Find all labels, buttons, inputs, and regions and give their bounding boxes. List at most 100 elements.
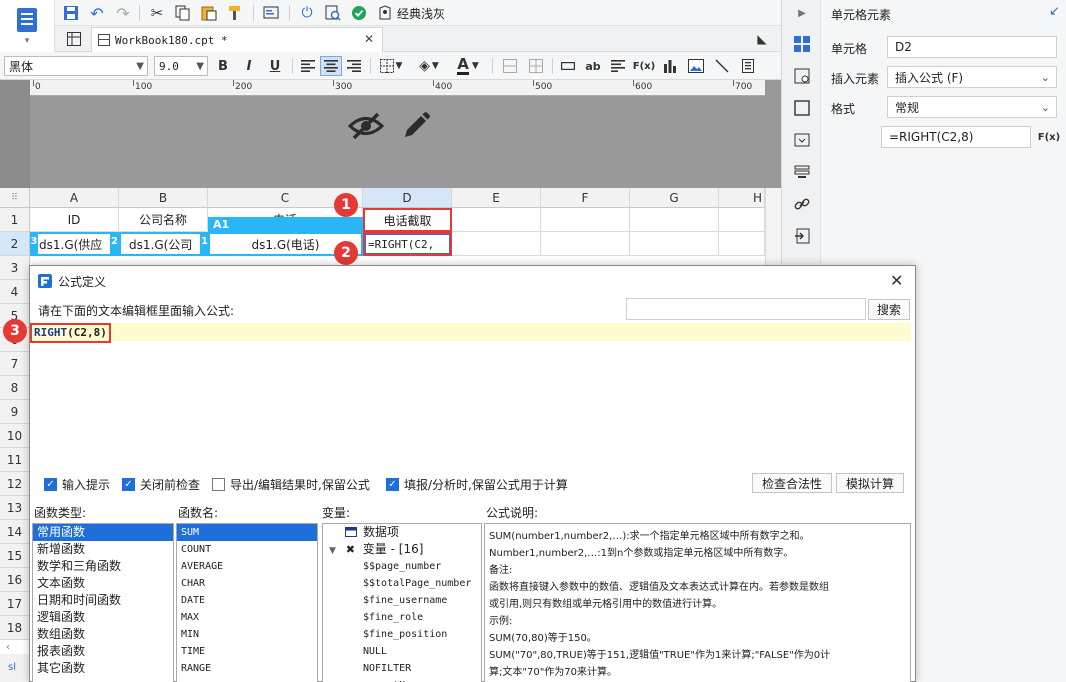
font-select[interactable]: 黑体 ▼ [4,56,148,76]
cell-f1[interactable] [541,208,630,232]
theme-label[interactable]: 经典浅灰 [397,5,445,22]
align-center-icon[interactable] [320,56,342,76]
style-icon[interactable] [790,96,814,120]
cell-element-icon[interactable] [790,32,814,56]
column-header[interactable]: F [541,188,630,208]
search-data-icon[interactable] [323,3,343,23]
row-header[interactable]: 3 [0,256,30,280]
tree-leaf[interactable]: NOFILTER [323,660,481,677]
formula-editor[interactable]: RIGHT(C2,8) [30,323,911,471]
list-item[interactable]: AVERAGE [177,558,317,575]
row-header[interactable]: 12 [0,472,30,496]
cell-h2[interactable] [719,232,765,256]
variable-tree[interactable]: 数据项 ▼ ✖ 变量 - [16] $$page_number $$totalP… [322,523,482,682]
preview-icon[interactable] [261,3,281,23]
tree-leaf[interactable]: $fine_position [323,626,481,643]
cell-b1[interactable]: 公司名称 [119,208,208,232]
dialog-close-icon[interactable]: ✕ [890,271,903,290]
list-item[interactable]: 新增函数 [33,541,173,558]
fn-type-list[interactable]: 常用函数 新增函数 数学和三角函数 文本函数 日期和时间函数 逻辑函数 数组函数… [32,523,174,682]
paste-icon[interactable] [199,3,219,23]
pencil-icon[interactable] [398,108,434,144]
check-circle-icon[interactable] [349,3,369,23]
formula-field[interactable]: =RIGHT(C2,8) [881,126,1031,148]
cell-d2[interactable]: =RIGHT(C2, [363,232,452,256]
align-left-icon[interactable] [298,57,318,75]
bar-chart-icon[interactable] [660,57,680,75]
theme-icon[interactable] [375,3,395,23]
richtext-icon[interactable] [608,57,628,75]
textbox-icon[interactable] [558,57,578,75]
check-validity-button[interactable]: 检查合法性 [752,473,832,493]
row-header[interactable]: 11 [0,448,30,472]
cell-attribute-icon[interactable] [790,64,814,88]
checkbox-check-before-close[interactable]: ✓ 关闭前检查 [122,476,200,493]
redo-icon[interactable]: ↷ [113,3,133,23]
format-painter-icon[interactable] [225,3,245,23]
eye-off-icon[interactable] [346,108,386,144]
fill-color-icon[interactable]: ◈ ▼ [414,57,444,75]
cut-icon[interactable]: ✂ [147,3,167,23]
tree-leaf[interactable]: reportName [323,677,481,682]
cell-f2[interactable] [541,232,630,256]
merge-cells-icon[interactable] [500,57,520,75]
plug-icon[interactable]: ⏻ [297,3,317,23]
list-item[interactable]: 日期和时间函数 [33,592,173,609]
bold-button[interactable]: B [214,57,232,75]
font-size-select[interactable]: 9.0 ▼ [154,56,208,76]
row-header[interactable]: 4 [0,280,30,304]
list-item[interactable]: 其它函数 [33,660,173,677]
list-item[interactable]: 数组函数 [33,626,173,643]
cell-a2[interactable]: ds1.G(供应 [30,232,119,256]
slash-icon[interactable] [712,57,732,75]
column-header[interactable]: H [719,188,765,208]
cell-g2[interactable] [630,232,719,256]
row-header[interactable]: 7 [0,352,30,376]
cell-d1[interactable]: 电话截取 [363,208,452,232]
row-header[interactable]: 14 [0,520,30,544]
list-item[interactable]: 报表函数 [33,643,173,660]
cursor-icon[interactable]: ◣ [753,30,771,48]
save-icon[interactable] [61,3,81,23]
undo-icon[interactable]: ↶ [87,3,107,23]
list-item[interactable]: MIN [177,626,317,643]
italic-button[interactable]: I [240,57,258,75]
fn-name-list[interactable]: SUM COUNT AVERAGE CHAR DATE MAX MIN TIME… [176,523,318,682]
close-icon[interactable]: ✕ [364,32,374,46]
grid-view-icon[interactable] [65,30,83,48]
search-button[interactable]: 搜索 [868,299,910,320]
row-header[interactable]: 1 [0,208,30,232]
row-header[interactable]: 18 [0,616,30,640]
list-item[interactable]: DATE [177,592,317,609]
text-label-icon[interactable]: ab [582,57,604,75]
tree-leaf[interactable]: $$totalPage_number [323,575,481,592]
row-header[interactable]: 16 [0,568,30,592]
list-item[interactable]: COUNT [177,541,317,558]
cell-e1[interactable] [452,208,541,232]
tab-workbook[interactable]: WorkBook180.cpt * ✕ [91,27,383,52]
row-header[interactable]: 9 [0,400,30,424]
panel-pin-icon[interactable]: ↙ [1049,4,1060,19]
condition-icon[interactable] [790,160,814,184]
list-item[interactable]: 逻辑函数 [33,609,173,626]
format-select[interactable]: 常规 ⌄ [887,96,1057,118]
row-header[interactable]: 8 [0,376,30,400]
list-item[interactable]: 文本函数 [33,575,173,592]
checkbox-keep-formula-export[interactable]: 导出/编辑结果时,保留公式 [212,476,370,493]
list-item[interactable]: TIME [177,643,317,660]
hyperlink-icon[interactable] [790,192,814,216]
collapse-icon[interactable]: ▶ [792,4,812,22]
row-header[interactable]: 2 [0,232,30,256]
row-header[interactable]: 17 [0,592,30,616]
cell-h1[interactable] [719,208,765,232]
list-item[interactable]: 数学和三角函数 [33,558,173,575]
list-item[interactable]: RANGE [177,660,317,677]
split-cells-icon[interactable] [526,57,546,75]
list-item[interactable]: 常用函数 [33,524,173,541]
cell-a1[interactable]: ID [30,208,119,232]
tree-leaf[interactable]: $fine_role [323,609,481,626]
copy-icon[interactable] [173,3,193,23]
image-icon[interactable] [686,57,706,75]
chevron-down-icon[interactable]: ▾ [20,36,34,46]
formula-icon[interactable]: F(x) [632,57,656,75]
